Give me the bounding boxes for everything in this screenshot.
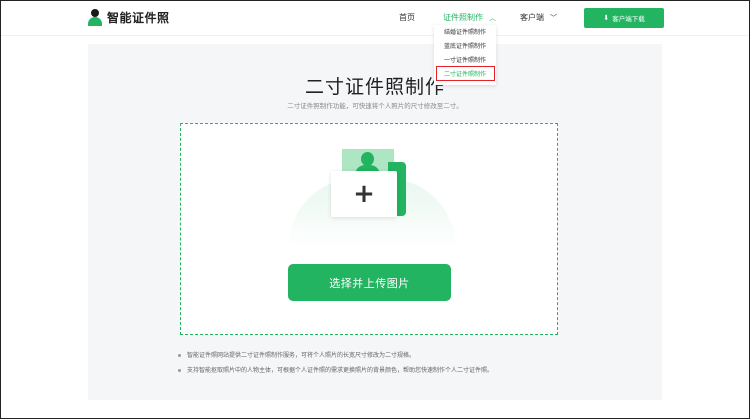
nav-home[interactable]: 首页	[399, 12, 415, 23]
top-header: 智能证件照 首页 证件照制作 ︿ 客户端 ﹀ ⬇ 客户端下载	[0, 0, 750, 36]
id-photo-dropdown-menu: 结婚证件照制作 蓝底证件照制作 一寸证件照制作 二寸证件照制作	[434, 25, 496, 85]
client-download-label: 客户端下载	[612, 15, 645, 23]
nav-id-photo-making-label: 证件照制作	[443, 13, 483, 22]
client-download-button[interactable]: ⬇ 客户端下载	[584, 8, 664, 28]
select-upload-image-label: 选择并上传图片	[329, 276, 410, 290]
nav-client-label: 客户端	[520, 13, 544, 22]
nav-home-label: 首页	[399, 13, 415, 22]
person-logo-icon	[88, 9, 102, 26]
selection-highlight-box	[436, 66, 495, 81]
dropdown-item-one-inch[interactable]: 一寸证件照制作	[434, 56, 496, 66]
nav-id-photo-making[interactable]: 证件照制作 ︿	[443, 12, 496, 23]
chevron-down-icon: ﹀	[550, 13, 557, 22]
logo[interactable]: 智能证件照	[88, 9, 170, 26]
person-head-icon	[361, 152, 374, 166]
note-item: 支持智能抠取照片中的人物主体，可根据个人证件照的需求更换照片的背景颜色，帮助您快…	[178, 363, 493, 378]
logo-text: 智能证件照	[107, 11, 170, 25]
page-title: 二寸证件照制作	[304, 76, 445, 98]
dropdown-item-blue-bg[interactable]: 蓝底证件照制作	[434, 42, 496, 52]
chevron-up-icon: ︿	[489, 13, 496, 22]
dropdown-item-marriage[interactable]: 结婚证件照制作	[434, 28, 496, 38]
download-icon: ⬇	[603, 14, 610, 22]
note-item: 智能证件照网站提供二寸证件照制作服务，可将个人照片的长宽尺寸修改为二寸规格。	[178, 348, 493, 363]
select-upload-image-button[interactable]: 选择并上传图片	[288, 264, 451, 301]
nav-client[interactable]: 客户端 ﹀	[520, 12, 557, 23]
info-notes: 智能证件照网站提供二寸证件照制作服务，可将个人照片的长宽尺寸修改为二寸规格。 支…	[178, 348, 493, 378]
page-subtitle: 二寸证件照制作功能，可快速将个人照片的尺寸修改至二寸。	[287, 102, 463, 110]
plus-icon[interactable]: +	[331, 171, 397, 217]
